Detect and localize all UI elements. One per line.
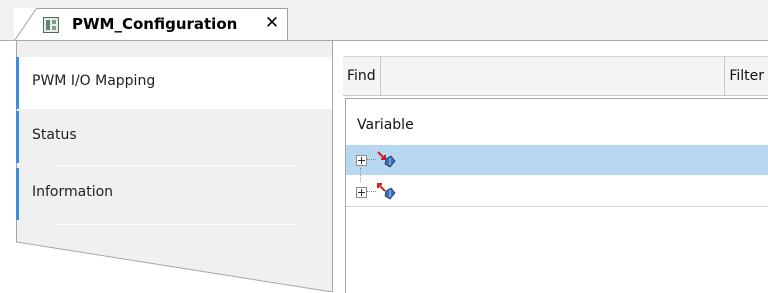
find-button[interactable]: Find bbox=[343, 57, 381, 95]
side-tab-status[interactable]: Status bbox=[16, 111, 332, 163]
editor-tab-strip: PWM_Configuration ✕ bbox=[0, 0, 768, 41]
divider bbox=[56, 224, 296, 225]
variable-tree: Variable bbox=[345, 98, 768, 293]
tree-row-output[interactable] bbox=[346, 177, 768, 207]
expand-icon[interactable] bbox=[356, 155, 367, 166]
input-variable-icon bbox=[376, 150, 396, 170]
editor-tab-title: PWM_Configuration bbox=[72, 15, 238, 33]
expand-icon[interactable] bbox=[356, 187, 367, 198]
filter-button[interactable]: Filter bbox=[724, 57, 768, 95]
close-icon[interactable]: ✕ bbox=[262, 13, 282, 33]
device-config-icon bbox=[42, 16, 60, 34]
row-divider bbox=[346, 206, 768, 207]
tab-indicator bbox=[16, 111, 19, 163]
side-tab-information[interactable]: Information bbox=[16, 168, 332, 220]
side-tab-label: Status bbox=[32, 127, 77, 143]
side-tab-pwm-io-mapping[interactable]: PWM I/O Mapping bbox=[16, 57, 332, 109]
active-tab-indicator bbox=[16, 57, 19, 109]
tab-indicator bbox=[16, 168, 19, 220]
side-tab-label: PWM I/O Mapping bbox=[32, 73, 156, 89]
column-header-variable[interactable]: Variable bbox=[357, 117, 414, 133]
editor-tab[interactable]: PWM_Configuration ✕ bbox=[14, 8, 288, 41]
tree-connector bbox=[367, 191, 376, 193]
divider bbox=[56, 165, 296, 166]
find-filter-bar: Find Filter bbox=[343, 56, 768, 96]
tree-connector bbox=[367, 159, 376, 161]
output-variable-icon bbox=[376, 182, 396, 202]
tree-row-input[interactable] bbox=[346, 145, 768, 175]
side-tab-label: Information bbox=[32, 184, 114, 200]
